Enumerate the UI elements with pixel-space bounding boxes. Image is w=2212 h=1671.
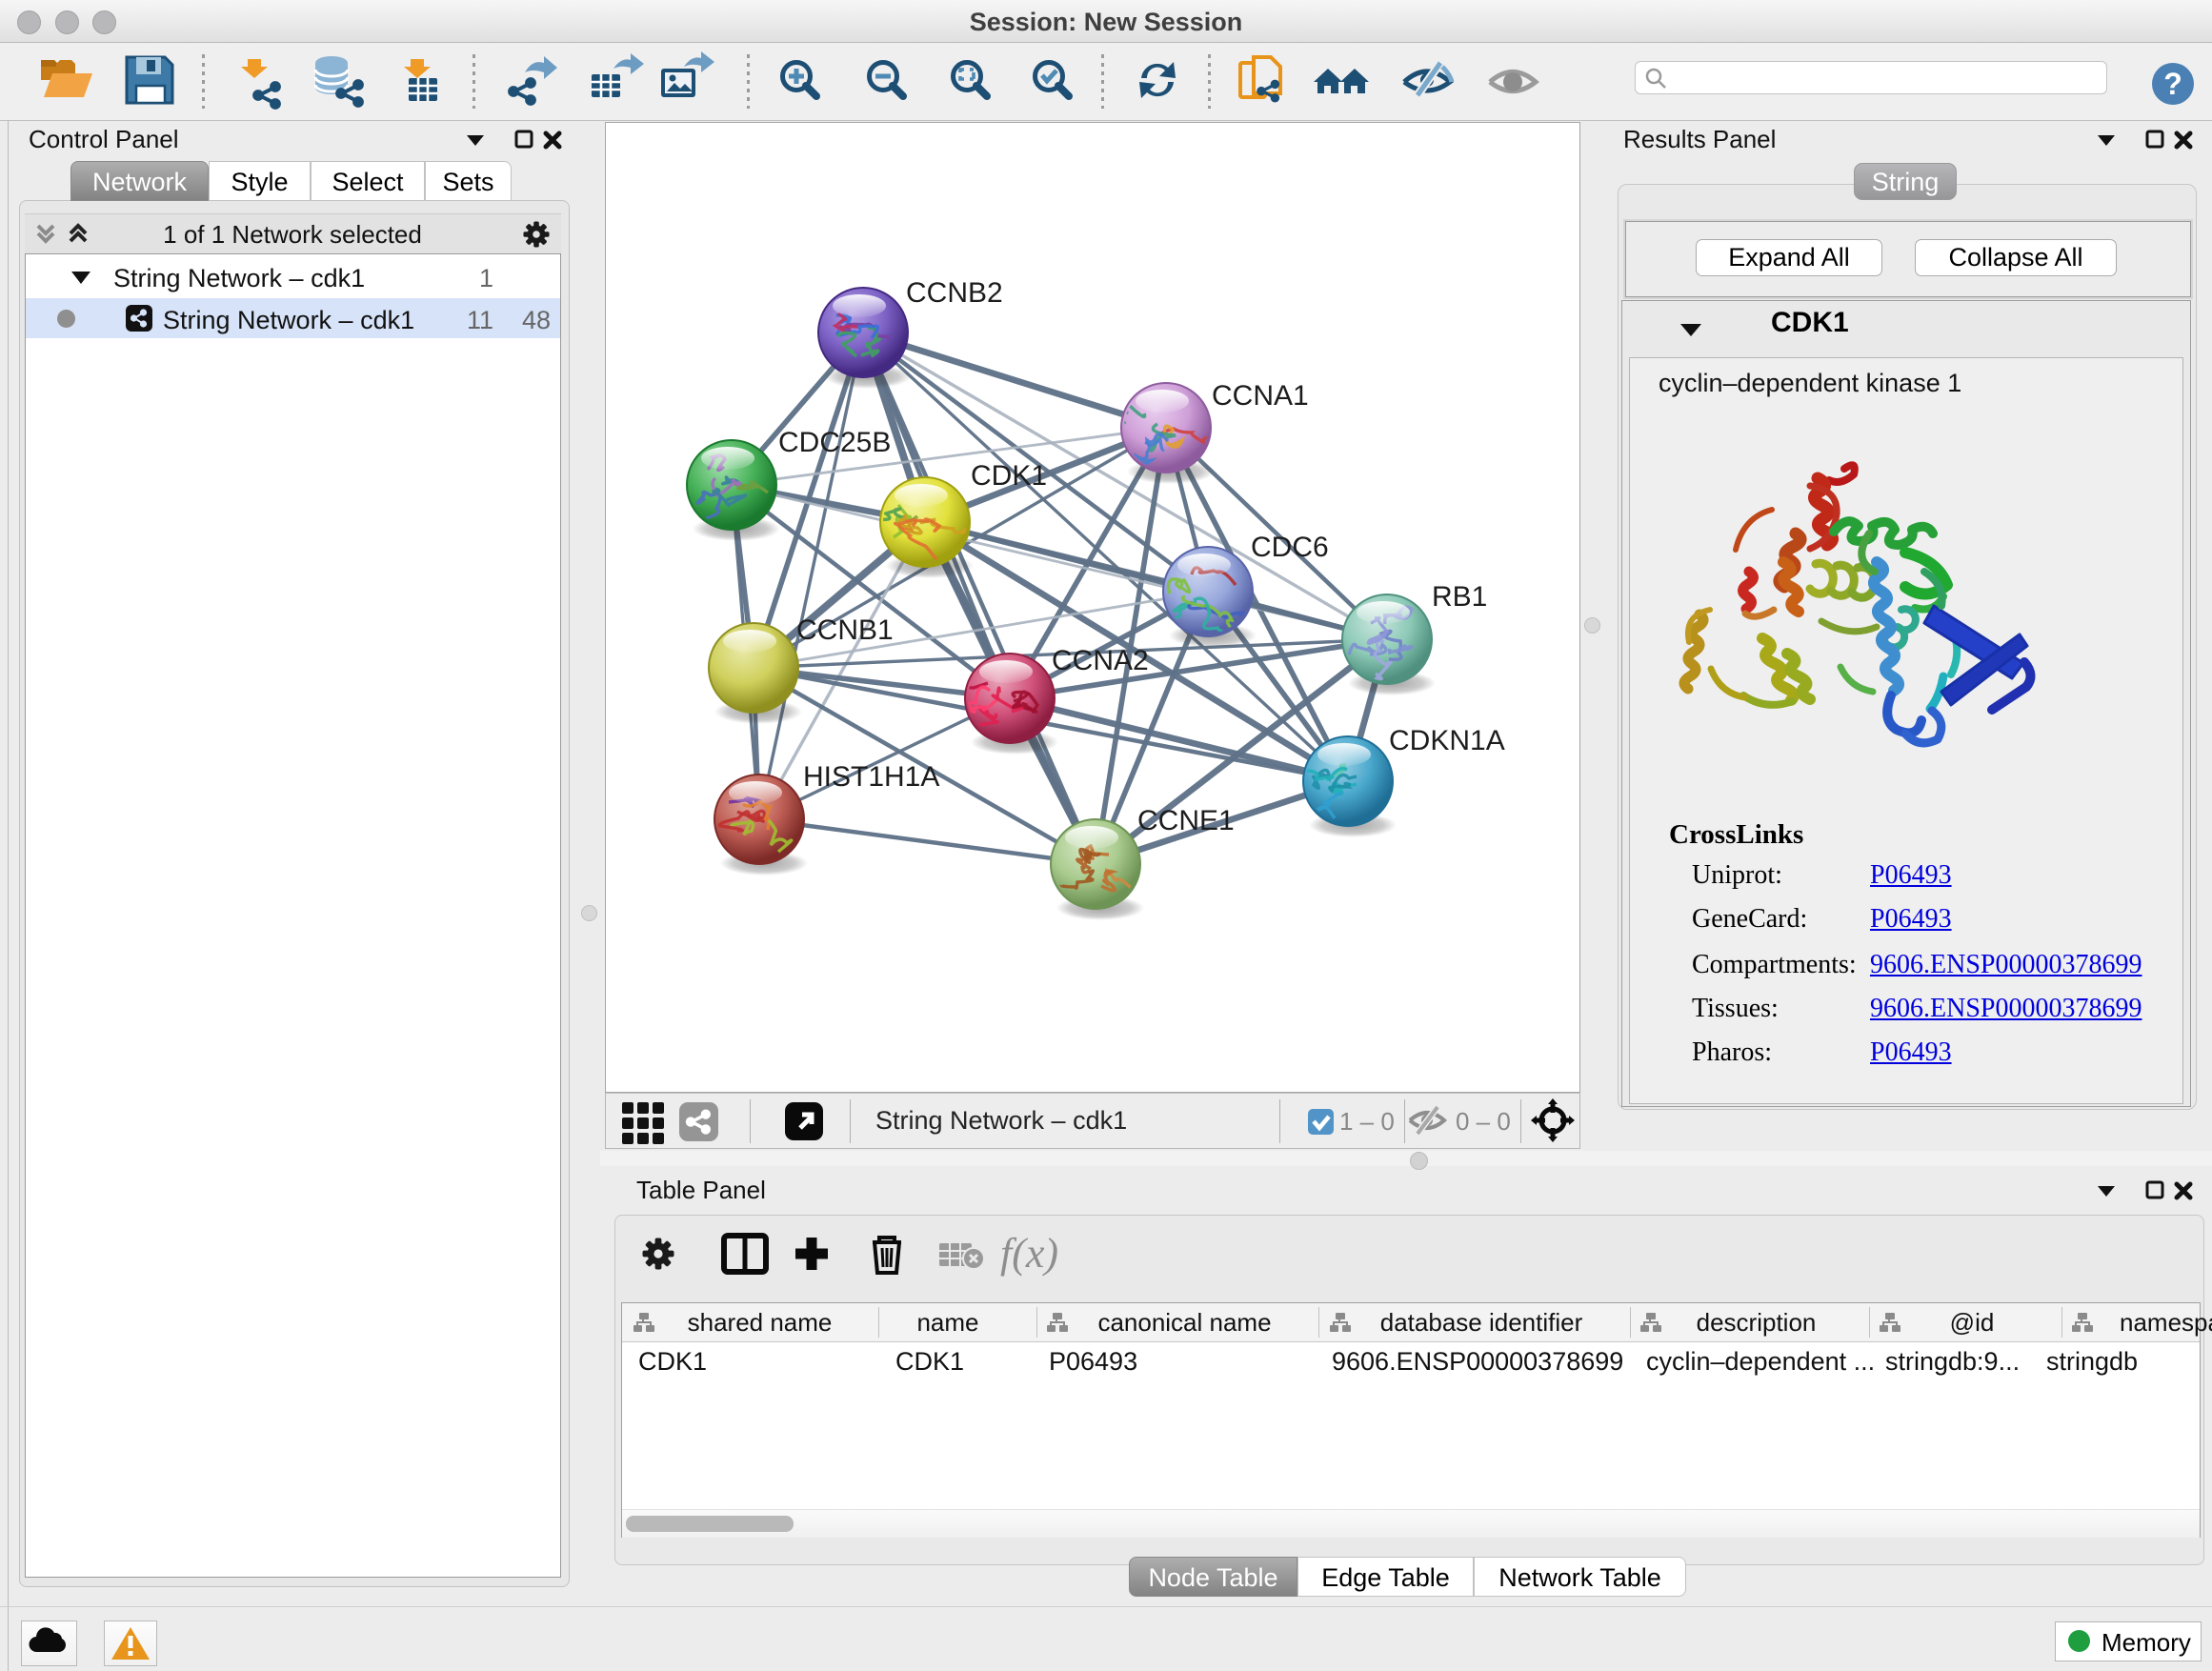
svg-text:CCNB2: CCNB2	[906, 277, 1003, 309]
svg-text:CDC6: CDC6	[1251, 532, 1329, 563]
svg-text:CCNE1: CCNE1	[1137, 805, 1235, 836]
svg-text:f(x): f(x)	[1000, 1230, 1058, 1277]
svg-text:CCNA2: CCNA2	[1052, 645, 1149, 676]
svg-text:CCNA1: CCNA1	[1212, 380, 1309, 412]
svg-text:CDC25B: CDC25B	[778, 427, 891, 458]
svg-text:CDK1: CDK1	[971, 460, 1047, 492]
svg-text:CCNB1: CCNB1	[796, 614, 894, 646]
svg-text:RB1: RB1	[1432, 581, 1487, 613]
svg-text:HIST1H1A: HIST1H1A	[803, 761, 939, 793]
svg-text:CDKN1A: CDKN1A	[1389, 725, 1505, 756]
svg-text:?: ?	[2163, 67, 2182, 101]
